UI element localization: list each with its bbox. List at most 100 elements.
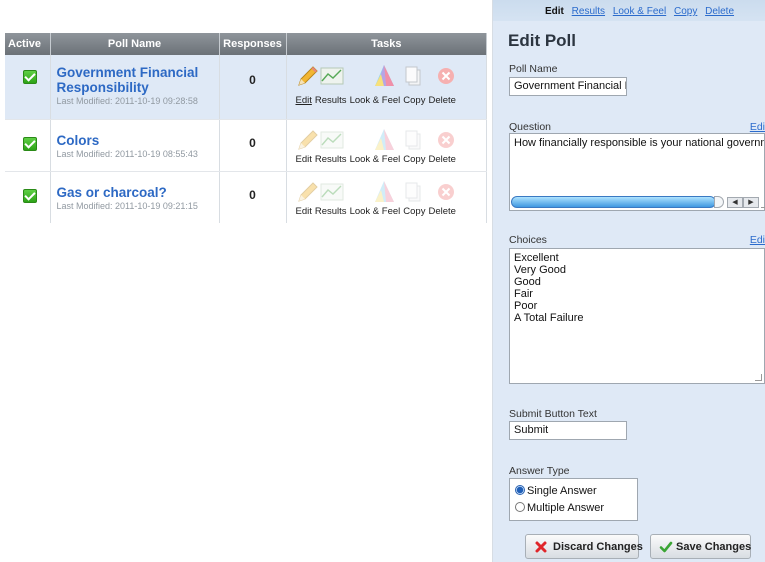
pencil-icon[interactable]: [296, 128, 320, 152]
task-results-link[interactable]: Results: [315, 95, 347, 106]
resize-grip-icon[interactable]: [761, 201, 765, 208]
last-modified: Last Modified: 2011-10-19 09:21:15: [56, 200, 198, 211]
pencil-icon[interactable]: [296, 64, 320, 88]
tasks-cell: Edit Results Look & Feel Copy Delete: [286, 55, 487, 120]
header-tasks: Tasks: [286, 33, 487, 55]
scroll-thumb[interactable]: [511, 196, 716, 208]
choices-edit-link[interactable]: Edi: [750, 234, 765, 246]
poll-name-line1: Government Financial: [56, 65, 199, 80]
choices-label: Choices: [509, 234, 547, 246]
poll-name-link[interactable]: Colors: [57, 133, 219, 148]
poll-list-pane: Active Poll Name Responses Tasks Governm…: [0, 0, 493, 562]
tab-results[interactable]: Results: [572, 6, 605, 17]
table-row[interactable]: Government Financial Responsibility Last …: [5, 55, 487, 120]
response-count: 0: [249, 135, 256, 150]
scroll-left-arrow-icon[interactable]: ◀: [727, 197, 743, 208]
task-edit-link[interactable]: Edit: [296, 154, 312, 165]
poll-name-cell: Colors Last Modified: 2011-10-19 08:55:4…: [50, 119, 220, 172]
active-checkbox[interactable]: [23, 188, 37, 203]
task-copy-link[interactable]: Copy: [403, 95, 425, 106]
look-feel-icon[interactable]: [372, 180, 396, 204]
scroll-track-end: [714, 196, 724, 208]
poll-name-link[interactable]: Government Financial Responsibility: [57, 65, 219, 95]
tasks-cell: Edit Results Look & Feel Copy Delete: [286, 171, 487, 223]
active-cell: [5, 55, 51, 120]
response-count: 0: [249, 73, 256, 87]
multiple-answer-option[interactable]: Multiple Answer: [515, 502, 604, 514]
save-changes-button[interactable]: Save Changes: [650, 534, 751, 559]
task-edit-link[interactable]: Edit: [296, 95, 312, 106]
task-edit-link[interactable]: Edit: [296, 206, 312, 217]
active-cell: [5, 119, 51, 172]
task-look-feel-link[interactable]: Look & Feel: [350, 206, 401, 217]
tab-copy[interactable]: Copy: [674, 6, 697, 17]
response-count: 0: [249, 187, 256, 202]
choices-textarea[interactable]: Excellent Very Good Good Fair Poor A Tot…: [509, 248, 765, 384]
poll-name-link[interactable]: Gas or charcoal?: [57, 185, 219, 200]
copy-icon[interactable]: [402, 180, 426, 204]
task-results-link[interactable]: Results: [315, 154, 347, 165]
header-active[interactable]: Active: [5, 33, 51, 55]
submit-text-label: Submit Button Text: [509, 408, 597, 420]
active-checkbox[interactable]: [23, 70, 37, 84]
question-horizontal-scrollbar[interactable]: ◀ ▶: [511, 195, 765, 210]
answer-type-group: Single Answer Multiple Answer: [509, 478, 638, 521]
question-label: Question: [509, 121, 552, 133]
delete-icon[interactable]: [434, 64, 458, 88]
question-text: How financially responsible is your nati…: [514, 137, 765, 149]
tab-delete[interactable]: Delete: [705, 6, 734, 17]
tab-edit[interactable]: Edit: [545, 6, 564, 17]
table-row[interactable]: Gas or charcoal? Last Modified: 2011-10-…: [5, 171, 487, 223]
delete-icon[interactable]: [434, 128, 458, 152]
table-header-row: Active Poll Name Responses Tasks: [5, 33, 487, 55]
choice-item: Excellent: [514, 252, 559, 264]
task-copy-link[interactable]: Copy: [403, 154, 425, 165]
polls-table: Active Poll Name Responses Tasks Governm…: [5, 33, 487, 223]
header-responses[interactable]: Responses: [219, 33, 287, 55]
responses-cell: 0: [219, 119, 287, 172]
active-cell: [5, 171, 51, 223]
chart-icon[interactable]: [320, 180, 344, 204]
task-delete-link[interactable]: Delete: [428, 95, 455, 106]
chart-icon[interactable]: [320, 64, 344, 88]
panel-tabs: Edit Results Look & Feel Copy Delete: [493, 0, 765, 21]
radio-unselected-icon[interactable]: [515, 502, 525, 512]
single-answer-label: Single Answer: [527, 485, 597, 497]
pencil-icon[interactable]: [296, 180, 320, 204]
responses-cell: 0: [219, 171, 287, 223]
task-look-feel-link[interactable]: Look & Feel: [350, 95, 401, 106]
submit-text-field[interactable]: Submit: [509, 421, 627, 440]
edit-poll-panel: Edit Results Look & Feel Copy Delete Edi…: [493, 0, 765, 562]
discard-changes-button[interactable]: Discard Changes: [525, 534, 643, 559]
responses-cell: 0: [219, 55, 287, 120]
tab-look-feel[interactable]: Look & Feel: [613, 6, 666, 17]
poll-name-cell: Gas or charcoal? Last Modified: 2011-10-…: [50, 171, 220, 223]
look-feel-icon[interactable]: [372, 64, 396, 88]
tasks-cell: Edit Results Look & Feel Copy Delete: [286, 119, 487, 172]
copy-icon[interactable]: [402, 128, 426, 152]
active-checkbox[interactable]: [23, 136, 37, 151]
radio-selected-icon[interactable]: [515, 485, 525, 495]
task-delete-link[interactable]: Delete: [428, 206, 455, 217]
table-row[interactable]: Colors Last Modified: 2011-10-19 08:55:4…: [5, 119, 487, 172]
chart-icon[interactable]: [320, 128, 344, 152]
question-edit-link[interactable]: Edi: [750, 121, 765, 133]
choice-item: Fair: [514, 288, 533, 300]
resize-grip-icon[interactable]: [755, 374, 762, 381]
header-poll-name[interactable]: Poll Name: [50, 33, 220, 55]
top-spacer: [0, 0, 493, 33]
scroll-right-arrow-icon[interactable]: ▶: [743, 197, 759, 208]
task-copy-link[interactable]: Copy: [403, 206, 425, 217]
copy-icon[interactable]: [402, 64, 426, 88]
task-delete-link[interactable]: Delete: [428, 154, 455, 165]
choice-item: Poor: [514, 300, 538, 312]
look-feel-icon[interactable]: [372, 128, 396, 152]
delete-icon[interactable]: [434, 180, 458, 204]
poll-name-field[interactable]: Government Financial F: [509, 77, 627, 96]
poll-name-line2: Responsibility: [56, 80, 149, 95]
choice-item: A Total Failure: [514, 312, 584, 324]
single-answer-option[interactable]: Single Answer: [515, 485, 597, 497]
task-results-link[interactable]: Results: [315, 206, 347, 217]
task-look-feel-link[interactable]: Look & Feel: [350, 154, 401, 165]
discard-changes-label: Discard Changes: [553, 541, 643, 553]
